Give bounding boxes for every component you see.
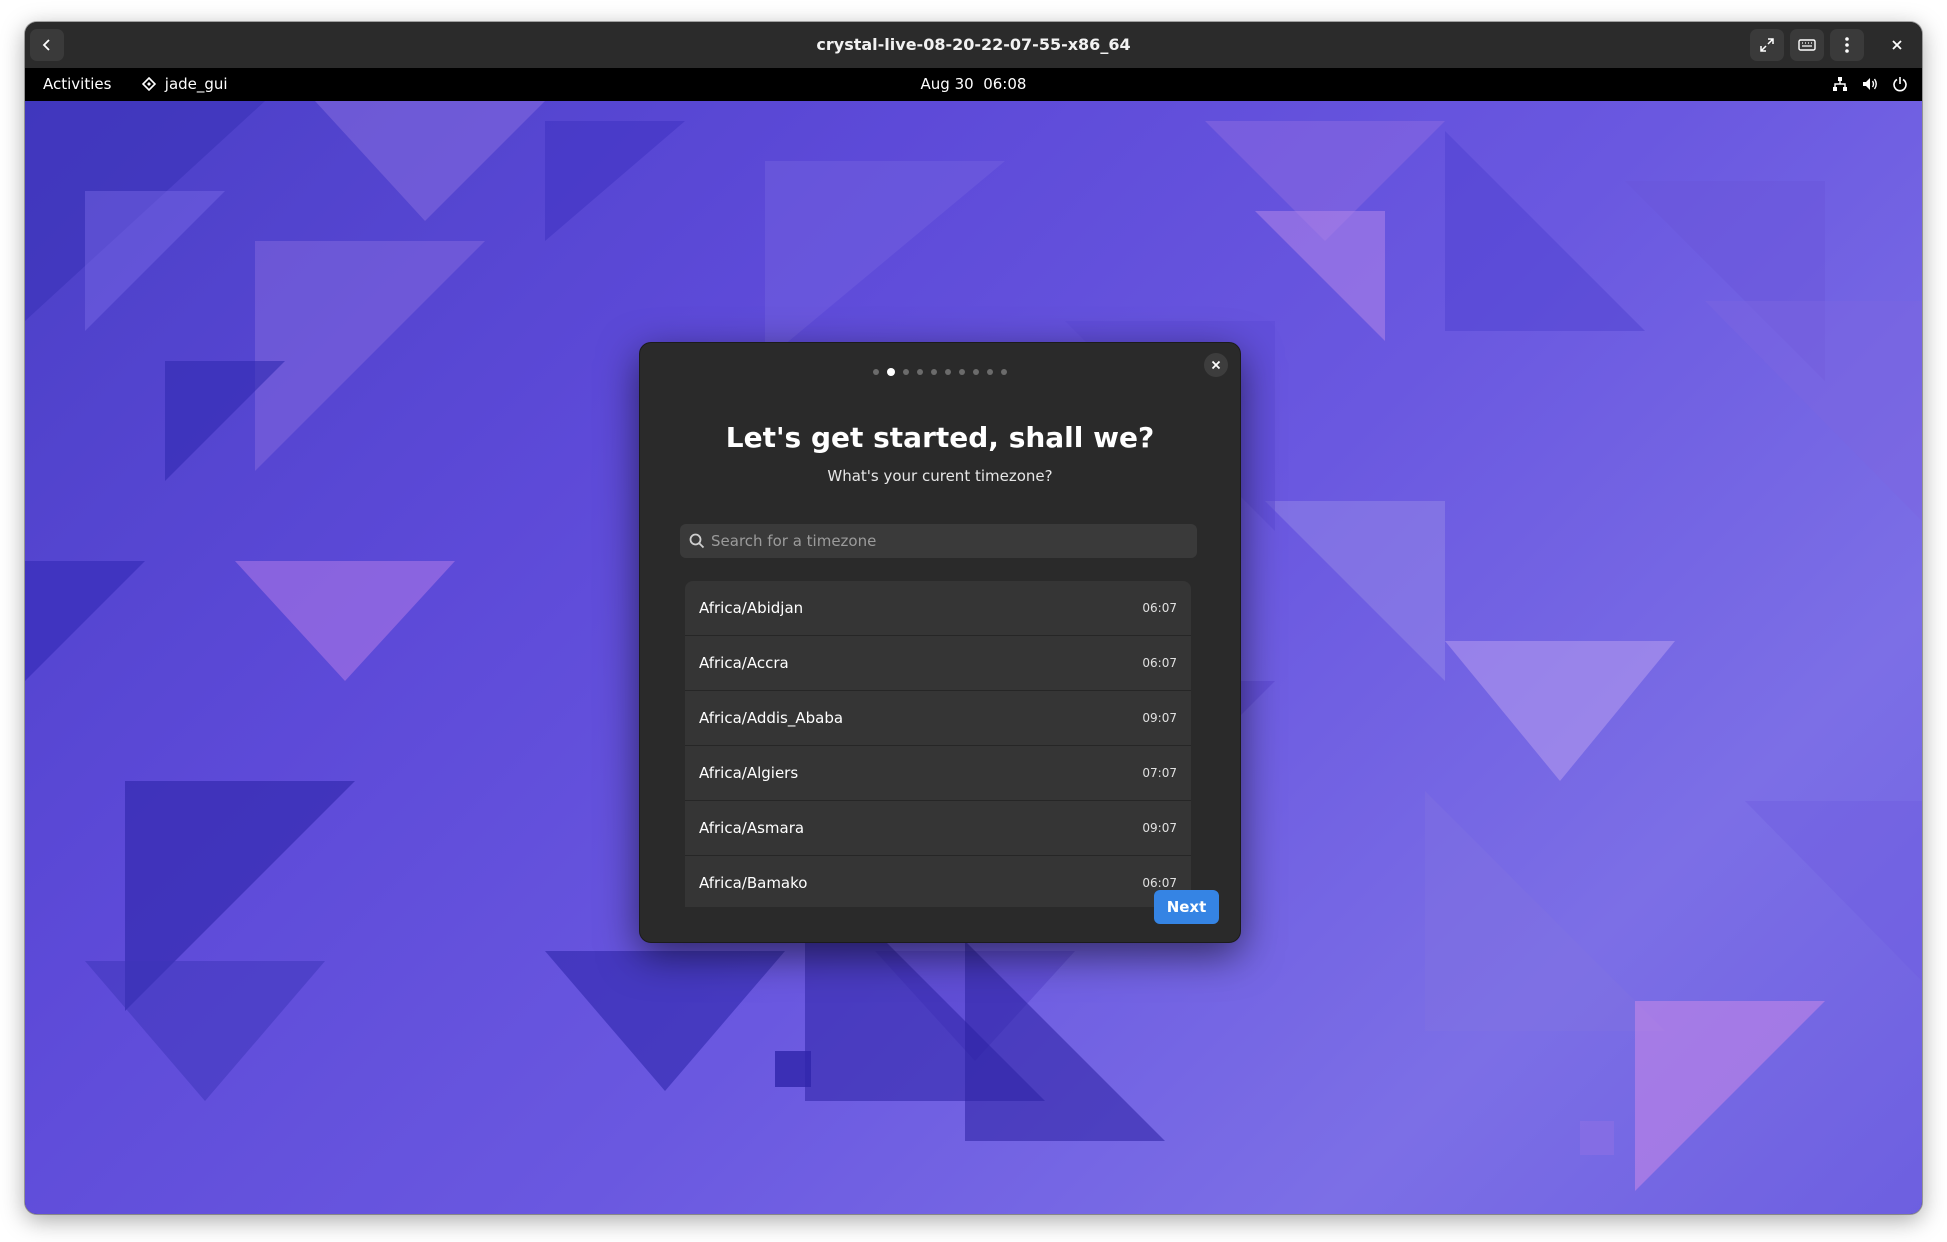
timezone-time: 09:07 [1142, 711, 1177, 725]
timezone-time: 06:07 [1142, 656, 1177, 670]
timezone-row[interactable]: Africa/Bamako 06:07 [685, 856, 1191, 907]
system-status-menu[interactable] [1832, 68, 1908, 101]
timezone-row[interactable]: Africa/Accra 06:07 [685, 636, 1191, 691]
close-icon [1211, 360, 1221, 370]
search-placeholder: Search for a timezone [711, 532, 877, 550]
keyboard-button[interactable] [1790, 29, 1824, 61]
timezone-search-input[interactable]: Search for a timezone [680, 524, 1197, 558]
vm-window: crystal-live-08-20-22-07-55-x86_64 Activ… [25, 22, 1922, 1214]
timezone-name: Africa/Accra [699, 654, 789, 672]
step-dot[interactable] [903, 368, 909, 375]
step-dot[interactable] [987, 368, 993, 375]
timezone-name: Africa/Asmara [699, 819, 805, 837]
keyboard-icon [1798, 39, 1816, 51]
timezone-time: 06:07 [1142, 601, 1177, 615]
timezone-row[interactable]: Africa/Algiers 07:07 [685, 746, 1191, 801]
window-title: crystal-live-08-20-22-07-55-x86_64 [816, 35, 1131, 54]
window-titlebar: crystal-live-08-20-22-07-55-x86_64 [25, 22, 1922, 69]
dialog-close-button[interactable] [1204, 353, 1228, 377]
next-button[interactable]: Next [1154, 890, 1219, 924]
setup-dialog: Let's get started, shall we? What's your… [639, 342, 1241, 943]
close-icon [1892, 40, 1902, 50]
gnome-top-bar: Activities jade_gui Aug 30 06:08 [25, 68, 1922, 101]
kebab-menu-icon [1845, 37, 1849, 53]
window-close-button[interactable] [1880, 29, 1914, 61]
step-dot[interactable] [931, 368, 937, 375]
timezone-time: 07:07 [1142, 766, 1177, 780]
timezone-name: Africa/Bamako [699, 874, 808, 892]
step-indicator [640, 361, 1240, 376]
desktop-wallpaper: Let's get started, shall we? What's your… [25, 101, 1922, 1214]
step-dot[interactable] [945, 368, 951, 375]
step-dot[interactable] [917, 368, 923, 375]
step-dot[interactable] [973, 368, 979, 375]
timezone-row[interactable]: Africa/Abidjan 06:07 [685, 581, 1191, 636]
step-dot[interactable] [1001, 368, 1007, 375]
timezone-name: Africa/Addis_Ababa [699, 709, 844, 727]
timezone-name: Africa/Abidjan [699, 599, 804, 617]
timezone-time: 09:07 [1142, 821, 1177, 835]
menu-button[interactable] [1830, 29, 1864, 61]
timezone-row[interactable]: Africa/Asmara 09:07 [685, 801, 1191, 856]
step-dot-active[interactable] [887, 367, 895, 376]
fullscreen-button[interactable] [1750, 29, 1784, 61]
clock[interactable]: Aug 30 06:08 [25, 68, 1922, 101]
timezone-name: Africa/Algiers [699, 764, 799, 782]
step-dot[interactable] [959, 368, 965, 375]
network-icon [1833, 77, 1847, 91]
power-icon [1892, 77, 1907, 92]
timezone-list[interactable]: Africa/Abidjan 06:07 Africa/Accra 06:07 … [685, 581, 1191, 907]
timezone-row[interactable]: Africa/Addis_Ababa 09:07 [685, 691, 1191, 746]
volume-icon [1862, 78, 1877, 90]
fullscreen-icon [1760, 38, 1774, 52]
dialog-heading: Let's get started, shall we? [725, 421, 1155, 454]
step-dot[interactable] [873, 368, 879, 375]
search-icon [689, 533, 705, 549]
dialog-subheading: What's your curent timezone? [827, 467, 1053, 485]
